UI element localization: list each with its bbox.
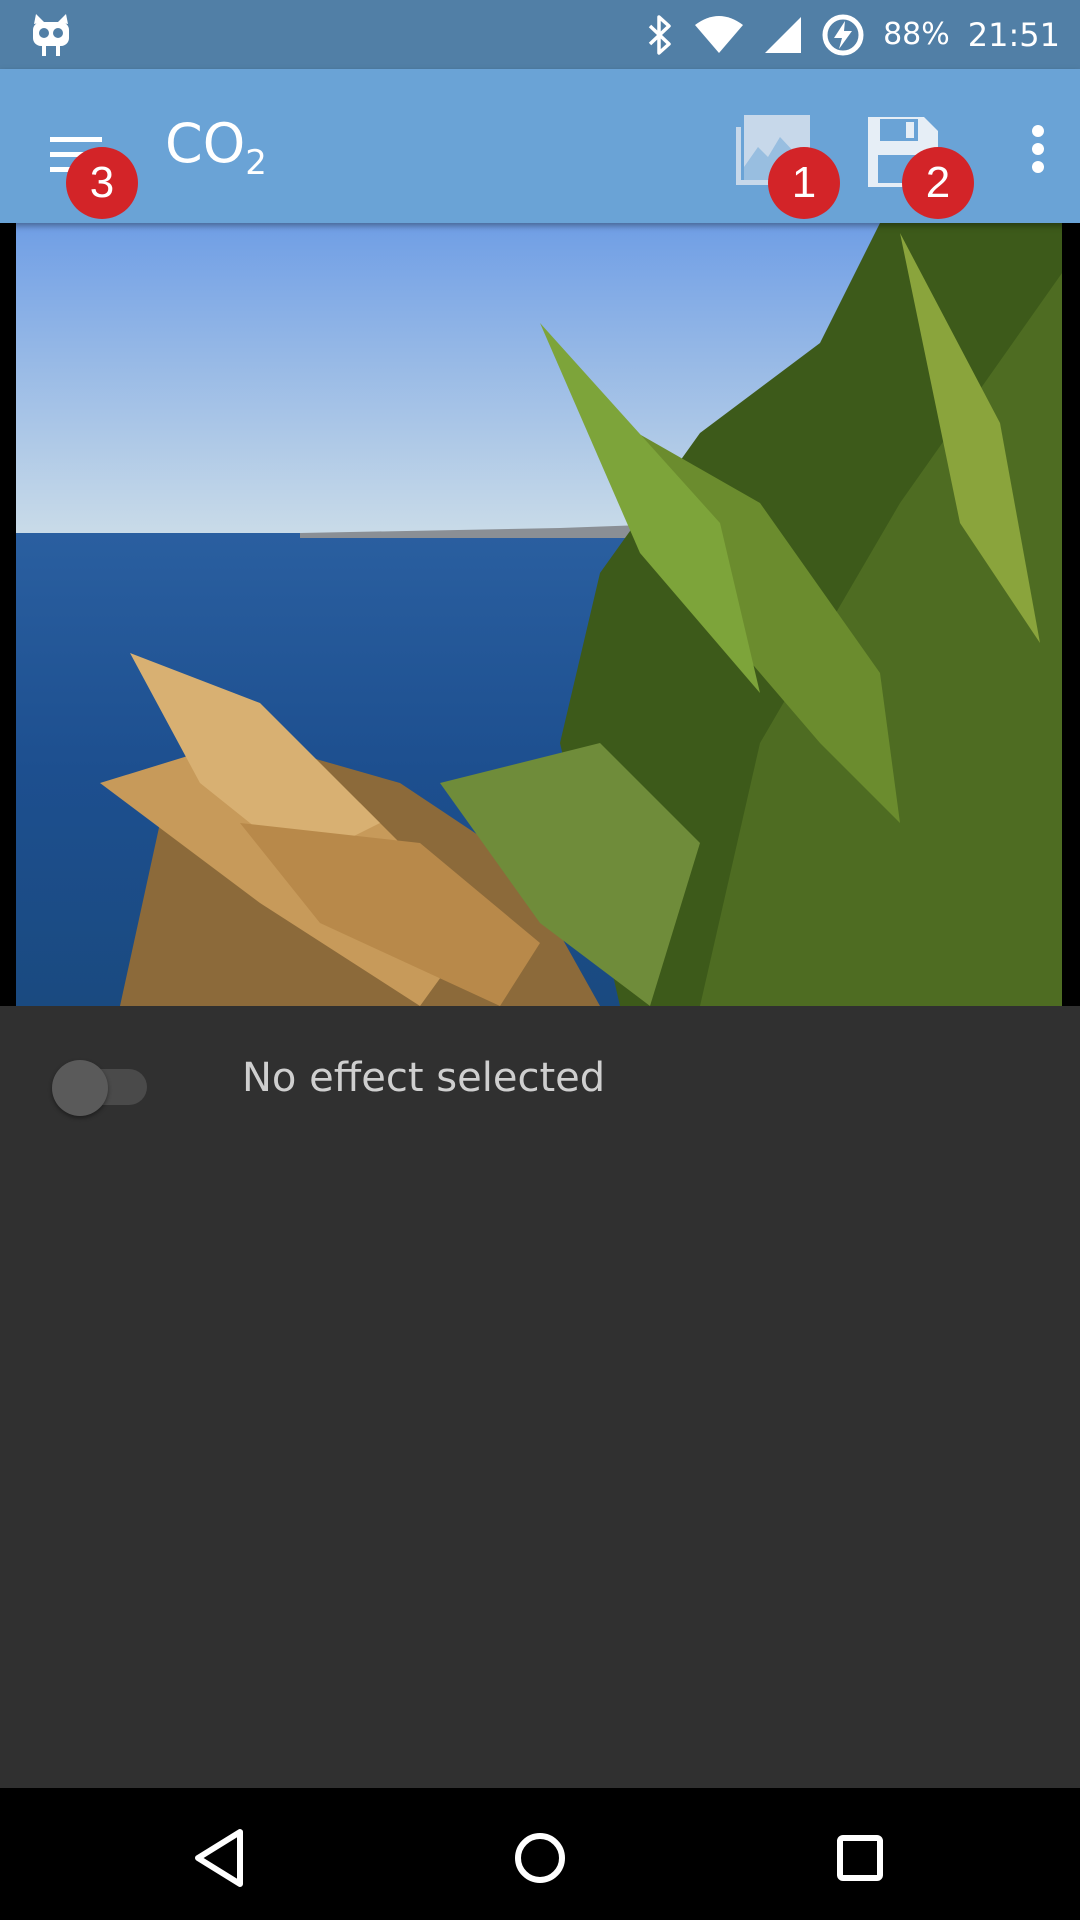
badge-crop: 1 [768,147,840,219]
clock: 21:51 [967,15,1060,54]
app-bar: 3 CO2 1 2 [0,69,1080,223]
recents-icon[interactable] [820,1818,900,1898]
badge-save: 2 [902,147,974,219]
effect-label: No effect selected [242,1055,606,1101]
status-icons: 88% 21:51 [645,0,1060,69]
home-icon[interactable] [500,1818,580,1898]
app-title-main: CO [165,112,246,175]
status-bar: 88% 21:51 [0,0,1080,69]
effect-toggle[interactable] [52,1060,108,1116]
more-vert-icon[interactable] [1000,117,1060,197]
photo-image [0,223,1080,1006]
battery-charging-icon [822,14,864,55]
wifi-icon [695,15,744,53]
app-title-subscript: 2 [245,143,267,183]
photo-preview[interactable] [0,223,1080,1006]
battery-percent: 88% [883,16,950,52]
cell-signal-icon [765,16,802,53]
cyanogen-mascot-icon [33,14,69,56]
bluetooth-icon [648,14,671,55]
badge-menu: 3 [66,147,138,219]
app-title: CO2 [165,117,267,183]
navigation-bar [0,1788,1080,1920]
back-icon[interactable] [180,1818,260,1898]
